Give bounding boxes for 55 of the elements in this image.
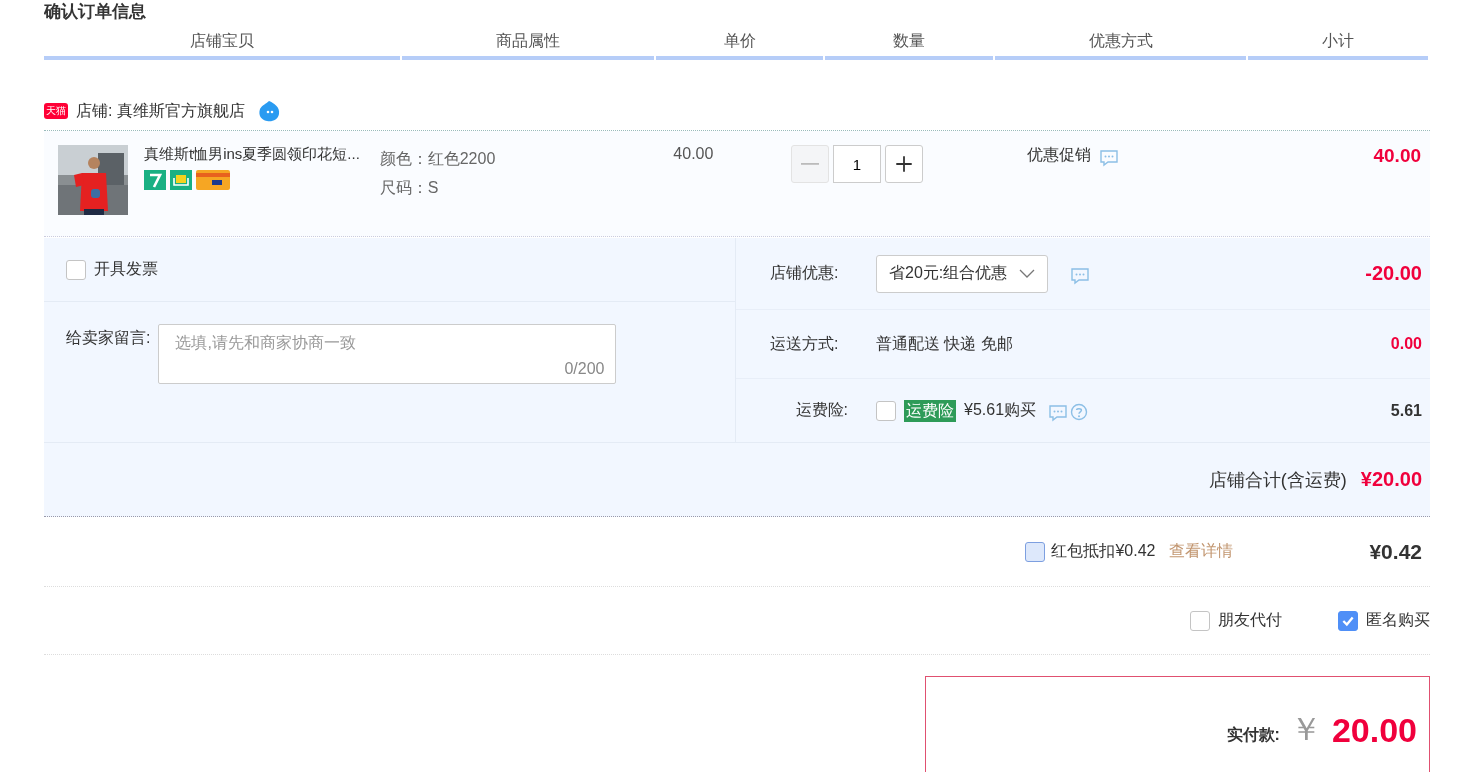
message-label: 给卖家留言: bbox=[66, 328, 151, 348]
insurance-label: 运费险: bbox=[794, 400, 849, 420]
coupon-label: 红包抵扣¥0.42 bbox=[1051, 541, 1156, 561]
column-header: 店铺宝贝 bbox=[44, 30, 400, 60]
comment-icon[interactable] bbox=[1048, 403, 1069, 422]
character-counter: 0/200 bbox=[564, 360, 605, 378]
discount-amount: -20.00 bbox=[1365, 262, 1422, 285]
column-header: 小计 bbox=[1248, 30, 1428, 60]
currency-symbol: ￥ bbox=[1289, 710, 1322, 749]
page-title: 确认订单信息 bbox=[44, 1, 147, 22]
promo-label: 优惠促销 bbox=[1027, 145, 1091, 165]
column-header: 优惠方式 bbox=[995, 30, 1246, 60]
bag-icon bbox=[170, 170, 192, 190]
shipping-label: 运送方式: bbox=[770, 333, 840, 354]
quantity-field[interactable]: 1 bbox=[832, 145, 881, 183]
subtotal: 40.00 bbox=[1373, 145, 1421, 166]
chat-bubble-icon[interactable] bbox=[256, 99, 281, 123]
option-label: 朋友代付 bbox=[1218, 610, 1282, 630]
option-label: 匿名购买 bbox=[1366, 610, 1430, 630]
option-checkbox[interactable] bbox=[1338, 610, 1358, 631]
coupon-amount: ¥0.42 bbox=[1369, 539, 1422, 564]
column-header: 商品属性 bbox=[402, 30, 654, 60]
shipping-method: 普通配送 快递 免邮 bbox=[876, 333, 1013, 354]
help-icon[interactable] bbox=[1070, 402, 1089, 421]
discount-label: 店铺优惠: bbox=[770, 263, 840, 283]
invoice-checkbox[interactable] bbox=[66, 259, 86, 280]
option-checkbox[interactable] bbox=[1190, 610, 1210, 631]
card-icon bbox=[196, 170, 230, 190]
payment-label: 实付款: bbox=[1226, 724, 1280, 745]
product-attribute: 尺码：S bbox=[379, 178, 440, 198]
shop-total-label: 店铺合计(含运费) bbox=[1208, 468, 1347, 492]
shop-name: 店铺: 真维斯官方旗舰店 bbox=[76, 100, 245, 121]
insurance-offer: ¥5.61购买 bbox=[964, 400, 1037, 420]
coupon-checkbox[interactable] bbox=[1025, 541, 1046, 562]
shipping-amount: 0.00 bbox=[1390, 335, 1422, 353]
column-header: 数量 bbox=[825, 30, 993, 60]
discount-dropdown[interactable]: 省20元:组合优惠 bbox=[876, 254, 1049, 293]
chevron-down-icon bbox=[1019, 268, 1036, 279]
insurance-checkbox[interactable] bbox=[876, 400, 896, 421]
invoice-label: 开具发票 bbox=[94, 259, 158, 279]
product-attribute: 颜色：红色2200 bbox=[379, 149, 497, 169]
comment-icon[interactable] bbox=[1099, 149, 1119, 167]
unit-price: 40.00 bbox=[673, 145, 714, 162]
payment-amount: 20.00 bbox=[1331, 710, 1417, 750]
shop-total-amount: ¥20.00 bbox=[1360, 468, 1422, 491]
increase-button[interactable] bbox=[884, 145, 923, 183]
column-header: 单价 bbox=[656, 30, 823, 60]
tmall-badge: 天猫 bbox=[44, 103, 68, 119]
seven-day-icon bbox=[144, 170, 166, 190]
insurance-tag: 运费险 bbox=[904, 399, 956, 422]
plus-icon bbox=[894, 155, 913, 173]
insurance-amount: 5.61 bbox=[1390, 401, 1422, 420]
comment-icon[interactable] bbox=[1070, 266, 1091, 285]
minus-icon bbox=[800, 163, 819, 165]
product-title[interactable]: 真维斯t恤男ins夏季圆领印花短... bbox=[144, 145, 360, 164]
